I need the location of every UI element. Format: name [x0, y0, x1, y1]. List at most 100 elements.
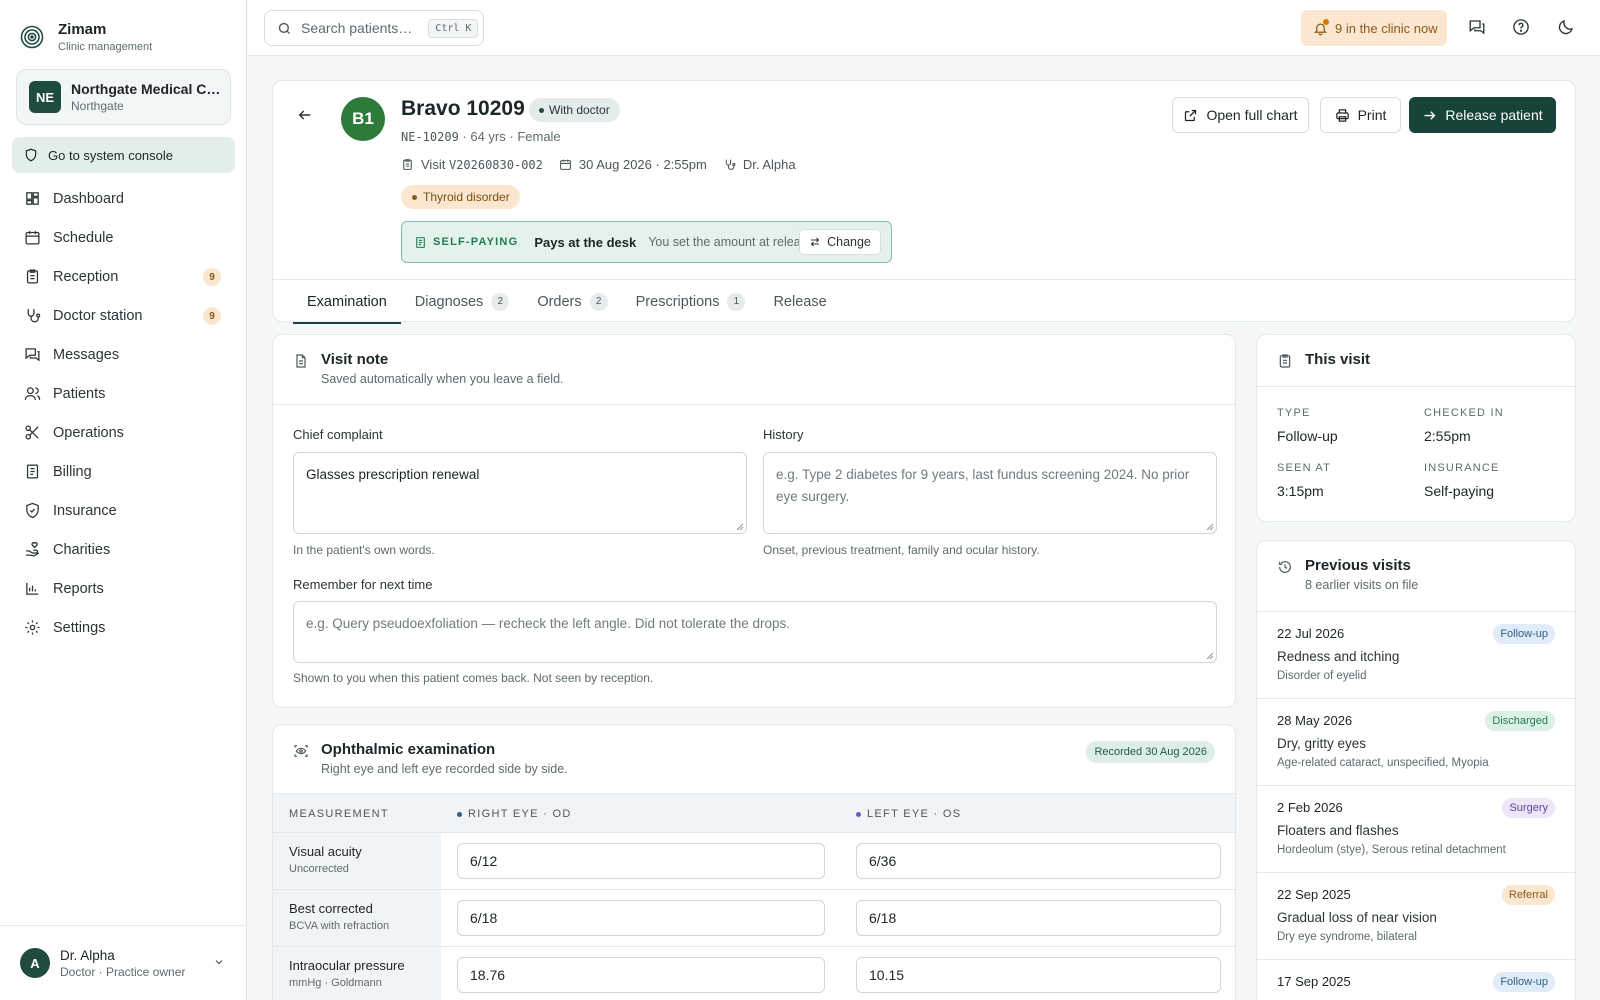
sidebar-item-charities[interactable]: Charities [12, 530, 235, 569]
sidebar-item-label: Messages [53, 346, 120, 363]
tab-label: Prescriptions [635, 293, 720, 310]
print-button[interactable]: Print [1320, 97, 1401, 133]
visit-date: 2 Feb 2026 [1277, 800, 1343, 815]
change-payer-button[interactable]: Change [799, 229, 881, 255]
tab-label: Orders [537, 293, 582, 310]
list-item[interactable]: 22 Sep 2025 Gradual loss of near vision Dr… [1257, 872, 1575, 959]
sidebar-item-reception[interactable]: Reception 9 [12, 257, 235, 296]
right-eye-dot [457, 811, 462, 817]
seen-at-value: 3:15pm [1277, 483, 1324, 499]
exam-row: Best corrected BCVA with refraction 6/18 6/… [273, 890, 1235, 947]
insurance-value: Self-paying [1424, 483, 1495, 499]
stethoscope-icon [723, 158, 743, 171]
search-placeholder: Search patients… [301, 20, 413, 36]
sidebar-item-label: Reception [53, 268, 119, 285]
system-console-label: Go to system console [48, 147, 173, 163]
sidebar-item-label: Reports [53, 580, 104, 597]
help-icon[interactable] [1512, 18, 1530, 36]
release-patient-button[interactable]: Release patient [1409, 97, 1556, 133]
sidebar-item-reports[interactable]: Reports [12, 569, 235, 608]
list-item[interactable]: 2 Feb 2026 Floaters and flashes Hordeolum … [1257, 785, 1575, 872]
tab-label: Release [773, 293, 827, 310]
visit-type-badge: Discharged [1485, 711, 1555, 731]
right-eye-input[interactable]: 18.76 [457, 957, 825, 993]
payer-tag: SELF-PAYING [433, 236, 519, 248]
visit-complaint: Redness and itching [1277, 649, 1400, 664]
visit-date: 22 Jul 2026 [1277, 626, 1345, 641]
user-menu[interactable]: A Dr. Alpha Doctor · Practice owner [0, 925, 247, 1000]
gear-icon [24, 619, 53, 636]
ophthalmic-exam-card: Ophthalmic examination Right eye and lef… [272, 724, 1236, 1000]
tab-prescriptions[interactable]: Prescriptions 1 [622, 280, 760, 323]
visit-diagnoses: Disorder of eyelid [1277, 670, 1367, 682]
org-location: Northgate [71, 99, 124, 113]
chevron-down-icon[interactable] [213, 956, 225, 968]
tab-examination[interactable]: Examination [293, 280, 401, 324]
payer-sub: You set the amount at release [648, 235, 814, 249]
arrow-right-icon [1422, 108, 1445, 123]
sidebar-item-insurance[interactable]: Insurance [12, 491, 235, 530]
dark-mode-icon[interactable] [1557, 18, 1575, 36]
left-eye-input[interactable]: 6/36 [856, 843, 1221, 879]
sidebar-item-patients[interactable]: Patients [12, 374, 235, 413]
list-item[interactable]: 22 Jul 2026 Redness and itching Disorder o… [1257, 611, 1575, 698]
sidebar-item-messages[interactable]: Messages [12, 335, 235, 374]
history-hint: Onset, previous treatment, family and oc… [763, 543, 1040, 557]
list-item[interactable]: 17 Sep 2025 Follow-up [1257, 959, 1575, 1000]
tab-bar: Examination Diagnoses 2 Orders 2 Prescription… [273, 279, 1575, 324]
visit-type-badge: Surgery [1502, 798, 1555, 818]
visit-type-badge: Follow-up [1493, 972, 1555, 992]
sidebar-item-doctor-station[interactable]: Doctor station 9 [12, 296, 235, 335]
org-avatar: NE [29, 81, 61, 113]
list-item[interactable]: 28 May 2026 Dry, gritty eyes Age-related c… [1257, 698, 1575, 785]
tab-diagnoses[interactable]: Diagnoses 2 [401, 280, 524, 323]
tab-orders[interactable]: Orders 2 [523, 280, 621, 323]
tab-release[interactable]: Release [759, 280, 840, 323]
sidebar-item-billing[interactable]: Billing [12, 452, 235, 491]
external-link-icon [1183, 108, 1206, 123]
user-name: Dr. Alpha [60, 947, 115, 963]
measurement-sub: BCVA with refraction [289, 920, 390, 932]
visit-type-label: TYPE [1277, 407, 1311, 419]
calendar-clock-icon [559, 158, 579, 171]
avatar: A [20, 948, 50, 978]
patient-name: Bravo 10209 [401, 97, 525, 120]
exam-row: Visual acuity Uncorrected 6/12 6/36 [273, 833, 1235, 890]
messages-icon[interactable] [1468, 18, 1486, 36]
sidebar: Zimam Clinic management NE Northgate Med… [0, 0, 247, 1000]
visit-id: V20260830-002 [448, 157, 543, 172]
shield-icon [24, 148, 48, 162]
measurement-cell: Visual acuity Uncorrected [273, 833, 441, 889]
sidebar-item-schedule[interactable]: Schedule [12, 218, 235, 257]
sidebar-item-label: Charities [53, 541, 111, 558]
remember-placeholder: e.g. Query pseudoexfoliation — recheck t… [306, 616, 791, 631]
open-full-chart-button[interactable]: Open full chart [1172, 97, 1309, 133]
history-field[interactable]: e.g. Type 2 diabetes for 9 years, last f… [763, 452, 1217, 534]
sidebar-item-operations[interactable]: Operations [12, 413, 235, 452]
sidebar-item-settings[interactable]: Settings [12, 608, 235, 647]
org-switcher[interactable]: NE Northgate Medical Ce… Northgate [16, 69, 231, 125]
right-eye-input[interactable]: 6/18 [457, 900, 825, 936]
history-placeholder: e.g. Type 2 diabetes for 9 years, last f… [776, 467, 1190, 504]
left-eye-input[interactable]: 6/18 [856, 900, 1221, 936]
exam-table-header: MEASUREMENT RIGHT EYE · OD LEFT EYE · OS [273, 793, 1235, 833]
system-console-button[interactable]: Go to system console [12, 137, 235, 173]
history-label: History [763, 427, 804, 442]
messages-icon [24, 346, 53, 363]
search-input[interactable]: Search patients… Ctrl K [264, 10, 484, 46]
bar-chart-icon [24, 580, 53, 597]
recorded-badge: Recorded 30 Aug 2026 [1086, 741, 1215, 763]
notification-dot [1323, 19, 1329, 25]
condition-badge: Thyroid disorder [401, 185, 520, 209]
left-eye-input[interactable]: 10.15 [856, 957, 1221, 993]
visit-doctor: Dr. Alpha [742, 157, 796, 172]
chief-complaint-field[interactable]: Glasses prescription renewal [293, 452, 747, 534]
visit-complaint: Floaters and flashes [1277, 823, 1399, 838]
brand[interactable]: Zimam Clinic management [0, 0, 246, 56]
sidebar-item-dashboard[interactable]: Dashboard [12, 179, 235, 218]
right-eye-input[interactable]: 6/12 [457, 843, 825, 879]
tab-count-badge: 2 [491, 292, 510, 311]
remember-field[interactable]: e.g. Query pseudoexfoliation — recheck t… [293, 601, 1217, 663]
back-arrow-icon[interactable] [297, 107, 313, 123]
clinic-now-badge[interactable]: 9 in the clinic now [1301, 10, 1447, 46]
